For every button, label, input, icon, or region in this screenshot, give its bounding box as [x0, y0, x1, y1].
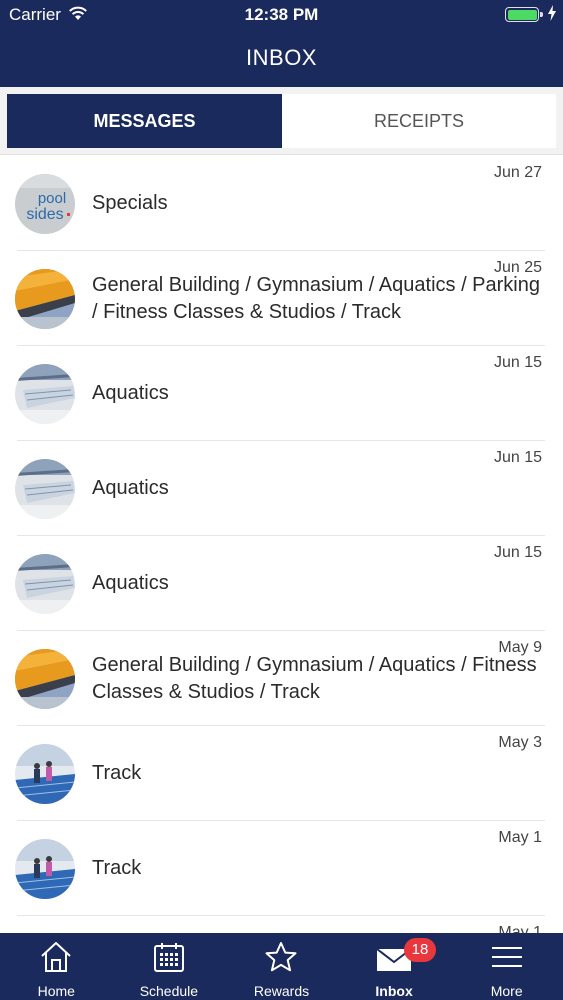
tabbar-item-more[interactable]: More — [450, 933, 563, 1000]
inbox-unread-badge: 18 — [404, 938, 436, 962]
building-photo-avatar — [15, 269, 75, 329]
message-title — [92, 916, 545, 933]
tabbar-item-schedule[interactable]: Schedule — [113, 933, 226, 1000]
clock: 12:38 PM — [244, 5, 319, 24]
inbox-tabs: MESSAGES RECEIPTS — [0, 87, 563, 155]
message-row[interactable]: May 1 — [0, 916, 563, 933]
logo-text-sides: sides — [26, 206, 63, 223]
message-date: May 3 — [498, 734, 542, 751]
status-bar: Carrier 12:38 PM — [0, 0, 563, 30]
page-title: INBOX — [246, 45, 317, 70]
message-date: Jun 27 — [493, 164, 542, 181]
message-title: Aquatics — [92, 382, 169, 404]
star-icon — [264, 941, 298, 978]
tab-messages[interactable]: MESSAGES — [7, 94, 282, 148]
tab-receipts[interactable]: RECEIPTS — [282, 94, 556, 148]
logo-text-pool: pool — [38, 190, 66, 207]
battery-icon — [505, 7, 543, 22]
message-row[interactable]: Aquatics Jun 15 — [0, 536, 563, 631]
message-date: Jun 25 — [493, 259, 542, 276]
tabbar-label: Home — [37, 983, 75, 999]
message-list[interactable]: pool sides Specials Jun 27 General Build… — [0, 156, 563, 933]
message-title: General Building / Gymnasium / Aquatics … — [92, 273, 540, 323]
message-title: Specials — [92, 192, 168, 214]
poolsides-logo-avatar: pool sides — [15, 174, 75, 234]
tabbar-label: Inbox — [375, 983, 413, 999]
tabbar-label: Rewards — [253, 983, 310, 999]
message-row[interactable]: General Building / Gymnasium / Aquatics … — [0, 631, 563, 726]
message-row[interactable]: Aquatics Jun 15 — [0, 346, 563, 441]
home-icon — [39, 941, 73, 978]
message-date: May 1 — [498, 924, 542, 933]
calendar-icon — [153, 941, 185, 978]
message-date: May 1 — [498, 829, 542, 846]
message-title: General Building / Gymnasium / Aquatics … — [92, 653, 537, 703]
menu-icon — [490, 941, 524, 978]
building-photo-avatar — [15, 649, 75, 709]
message-title: Aquatics — [92, 572, 169, 594]
message-date: May 9 — [498, 639, 542, 656]
message-row[interactable]: pool sides Specials Jun 27 — [0, 156, 563, 251]
message-title: Track — [92, 857, 142, 879]
message-row[interactable]: General Building / Gymnasium / Aquatics … — [0, 251, 563, 346]
track-photo-avatar — [15, 744, 75, 804]
tabbar-label: More — [490, 983, 523, 999]
tabbar-item-home[interactable]: Home — [0, 933, 113, 1000]
tabbar-item-rewards[interactable]: Rewards — [225, 933, 338, 1000]
tabbar-label: Schedule — [139, 983, 199, 999]
message-title: Aquatics — [92, 477, 169, 499]
message-title: Track — [92, 762, 142, 784]
message-date: Jun 15 — [493, 544, 542, 561]
header: Carrier 12:38 PM INBOX — [0, 0, 563, 87]
pool-photo-avatar — [15, 364, 75, 424]
message-date: Jun 15 — [493, 354, 542, 371]
charging-icon — [548, 5, 556, 26]
bottom-tab-bar: Home Schedule Rewards Inbox More — [0, 933, 563, 1000]
pool-photo-avatar — [15, 459, 75, 519]
pool-photo-avatar — [15, 554, 75, 614]
message-date: Jun 15 — [493, 449, 542, 466]
message-row[interactable]: Track May 1 — [0, 821, 563, 916]
message-row[interactable]: Track May 3 — [0, 726, 563, 821]
track-photo-avatar — [15, 839, 75, 899]
message-row[interactable]: Aquatics Jun 15 — [0, 441, 563, 536]
